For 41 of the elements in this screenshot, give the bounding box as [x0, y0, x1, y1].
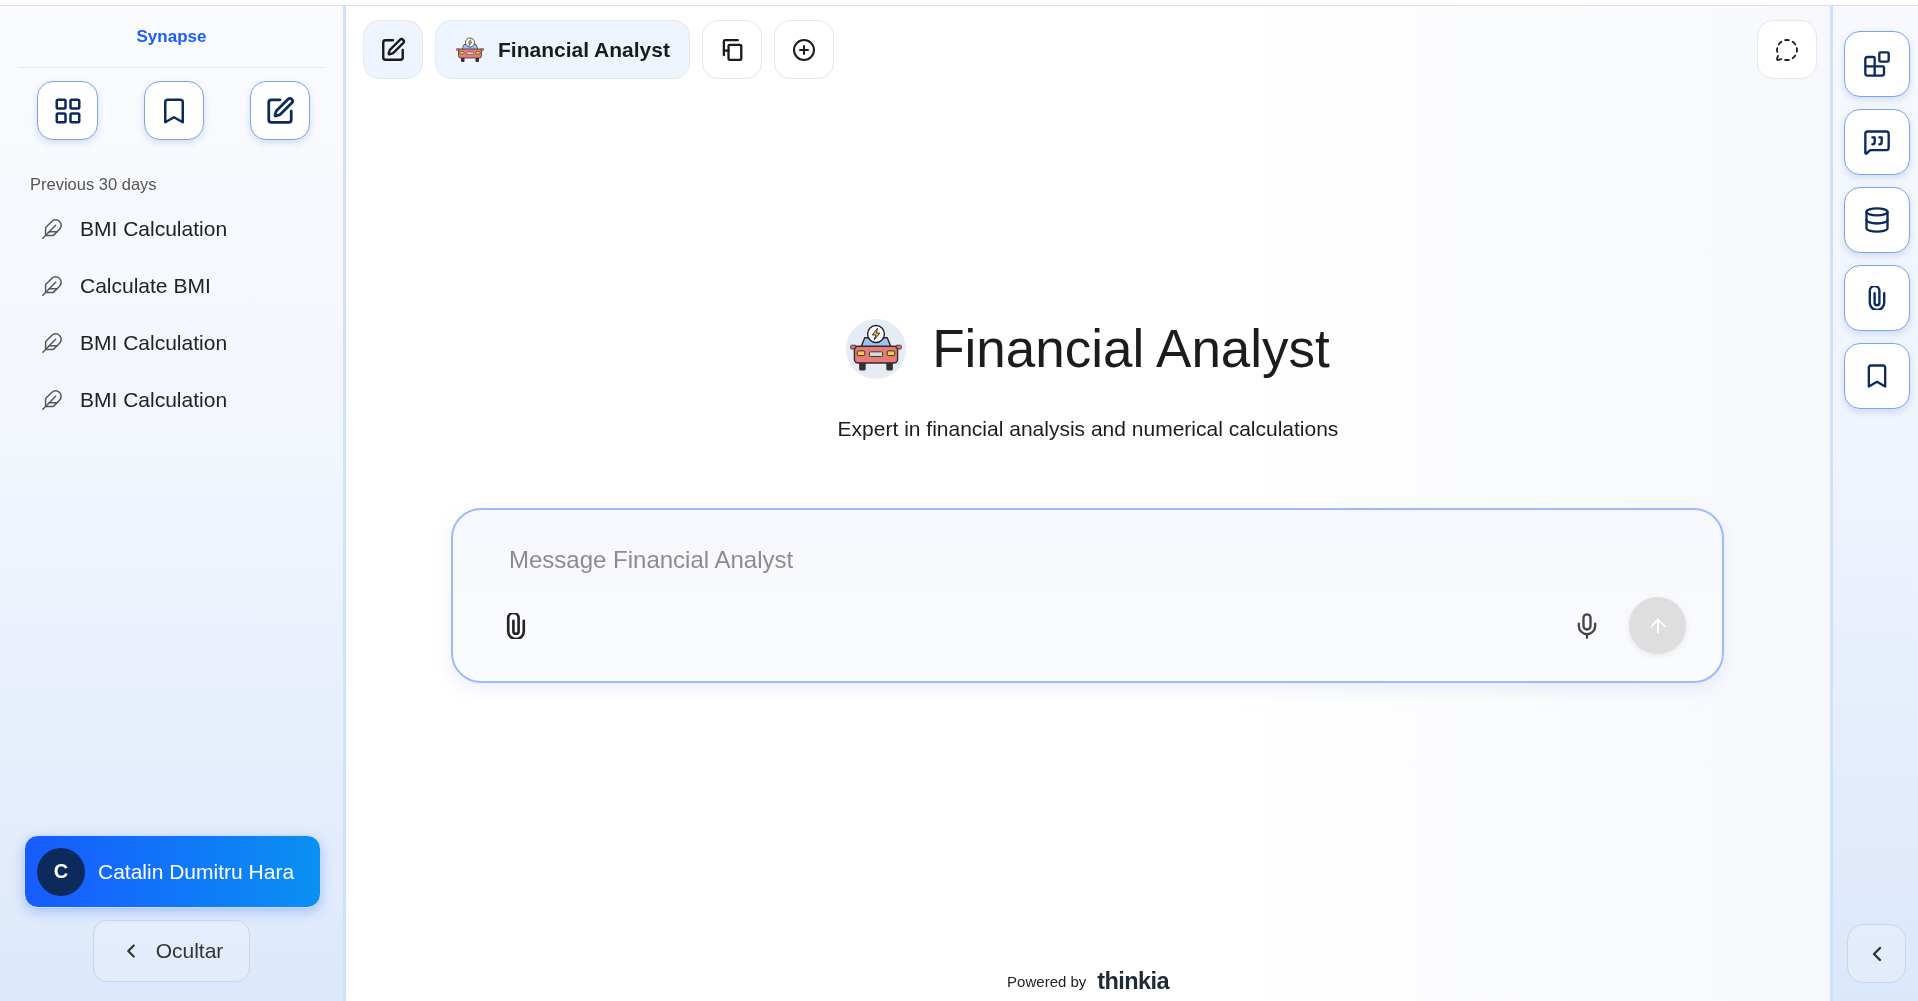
bookmark-button[interactable]	[1844, 343, 1910, 409]
brand-title: Synapse	[136, 27, 207, 47]
feather-icon	[41, 217, 63, 240]
grid-button[interactable]	[37, 81, 98, 140]
bookmark-button[interactable]	[144, 81, 204, 140]
chat-item[interactable]: BMI Calculation	[18, 314, 236, 371]
database-button[interactable]	[1844, 187, 1910, 253]
section-label: Previous 30 days	[30, 175, 157, 194]
chat-item[interactable]: BMI Calculation	[18, 371, 236, 428]
powered-by-text: Powered by	[1007, 973, 1087, 990]
plus-circle-icon	[791, 37, 816, 62]
user-profile-button[interactable]: C Catalin Dumitru Hara	[24, 835, 321, 908]
chat-item[interactable]: Calculate BMI	[18, 257, 219, 314]
chat-item[interactable]: BMI Calculation	[18, 200, 236, 257]
quote-bubble-icon	[1863, 128, 1891, 156]
brand-logo: thinkia	[1097, 968, 1169, 995]
message-input[interactable]: Message Financial Analyst	[503, 545, 1686, 575]
feather-icon	[41, 274, 63, 297]
blocks-icon	[1863, 50, 1891, 78]
agent-chip[interactable]: Financial Analyst	[435, 20, 690, 79]
blocks-button[interactable]	[1844, 31, 1910, 97]
dashed-bubble-icon	[1775, 37, 1799, 62]
dashed-chat-button[interactable]	[1757, 20, 1817, 79]
copy-icon	[720, 38, 743, 61]
add-button[interactable]	[773, 20, 834, 79]
quote-bubble-button[interactable]	[1844, 109, 1910, 175]
feather-icon	[41, 388, 63, 411]
edit-button[interactable]	[363, 20, 423, 79]
agent-title: Financial Analyst	[932, 320, 1330, 378]
pen-square-icon	[265, 95, 295, 126]
user-avatar: C	[37, 847, 85, 896]
attachments-button[interactable]	[1844, 265, 1910, 331]
hide-sidebar-button[interactable]: Ocultar	[93, 920, 250, 982]
copy-button[interactable]	[701, 20, 762, 79]
new-chat-button[interactable]	[250, 81, 310, 140]
agent-description: Expert in financial analysis and numerical calculations	[837, 416, 1339, 441]
database-icon	[1863, 206, 1891, 234]
feather-icon	[41, 331, 63, 354]
pen-square-icon	[380, 36, 406, 63]
car-avatar-icon	[846, 319, 907, 379]
car-icon	[456, 35, 484, 64]
